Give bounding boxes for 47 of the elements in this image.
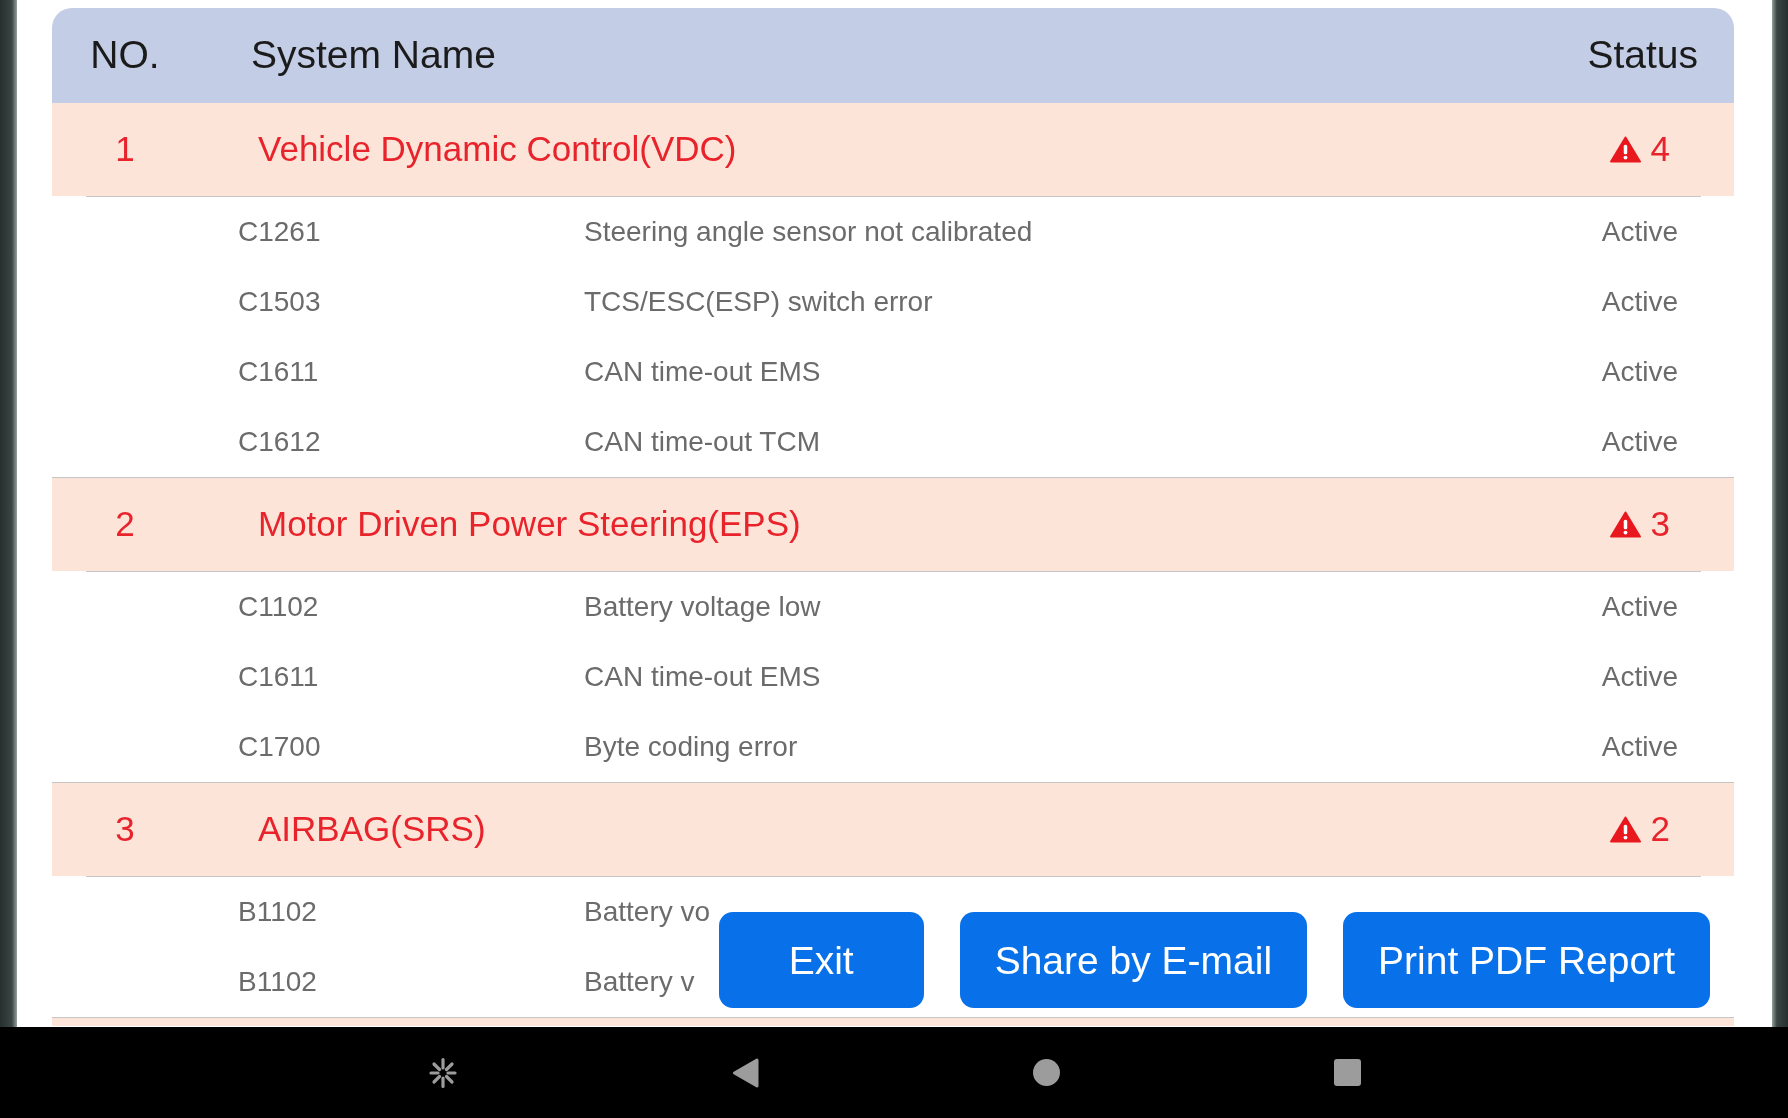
fault-code: C1612 <box>238 426 321 457</box>
column-header: Status <box>1587 33 1698 77</box>
group-number: 3 <box>115 809 135 849</box>
fault-description: TCS/ESC(ESP) switch error <box>584 286 933 317</box>
share-email-button[interactable]: Share by E-mail <box>959 912 1308 1008</box>
warning-icon <box>1609 816 1641 843</box>
asterisk-icon[interactable] <box>427 1057 458 1088</box>
recents-icon[interactable] <box>1333 1059 1361 1086</box>
back-icon[interactable] <box>731 1057 759 1088</box>
fault-code: C1700 <box>238 731 321 762</box>
fault-count: 2 <box>1650 808 1670 851</box>
fault-status: Active <box>1601 426 1678 457</box>
fault-status: Active <box>1601 591 1678 622</box>
fault-status: Active <box>1601 216 1678 247</box>
fault-description: CAN time-out EMS <box>584 661 821 692</box>
system-name: AIRBAG(SRS) <box>258 809 486 849</box>
fault-status: Active <box>1601 356 1678 387</box>
fault-description: CAN time-out EMS <box>584 356 821 387</box>
fault-code: C1611 <box>238 356 319 387</box>
column-header: System Name <box>251 33 496 77</box>
fault-status: Active <box>1601 661 1678 692</box>
fault-description: Battery voltage low <box>584 591 821 622</box>
fault-description: Steering angle sensor not calibrated <box>584 216 1033 247</box>
group-number: 2 <box>115 504 135 544</box>
warning-icon <box>1609 511 1641 538</box>
fault-code: C1261 <box>238 216 321 247</box>
fault-description: CAN time-out TCM <box>584 426 820 457</box>
fault-status: Active <box>1601 286 1678 317</box>
exit-button[interactable]: Exit <box>718 912 924 1008</box>
group-number: 1 <box>115 129 135 169</box>
fault-description: Battery v <box>584 966 695 997</box>
fault-code: B1102 <box>238 896 317 927</box>
fault-description: Byte coding error <box>584 731 798 762</box>
system-name: Motor Driven Power Steering(EPS) <box>258 504 801 544</box>
fault-count: 3 <box>1650 503 1670 546</box>
fault-code: C1102 <box>238 591 319 622</box>
warning-icon <box>1609 136 1641 163</box>
fault-count: 4 <box>1650 128 1670 171</box>
fault-code: C1611 <box>238 661 319 692</box>
print-report-button[interactable]: Print PDF Report <box>1343 912 1710 1008</box>
fault-description: Battery vo <box>584 896 711 927</box>
home-icon[interactable] <box>1032 1059 1060 1086</box>
system-name: Vehicle Dynamic Control(VDC) <box>258 129 737 169</box>
fault-code: C1503 <box>238 286 321 317</box>
column-header: NO. <box>90 33 160 77</box>
fault-status: Active <box>1601 731 1678 762</box>
fault-code: B1102 <box>238 966 317 997</box>
